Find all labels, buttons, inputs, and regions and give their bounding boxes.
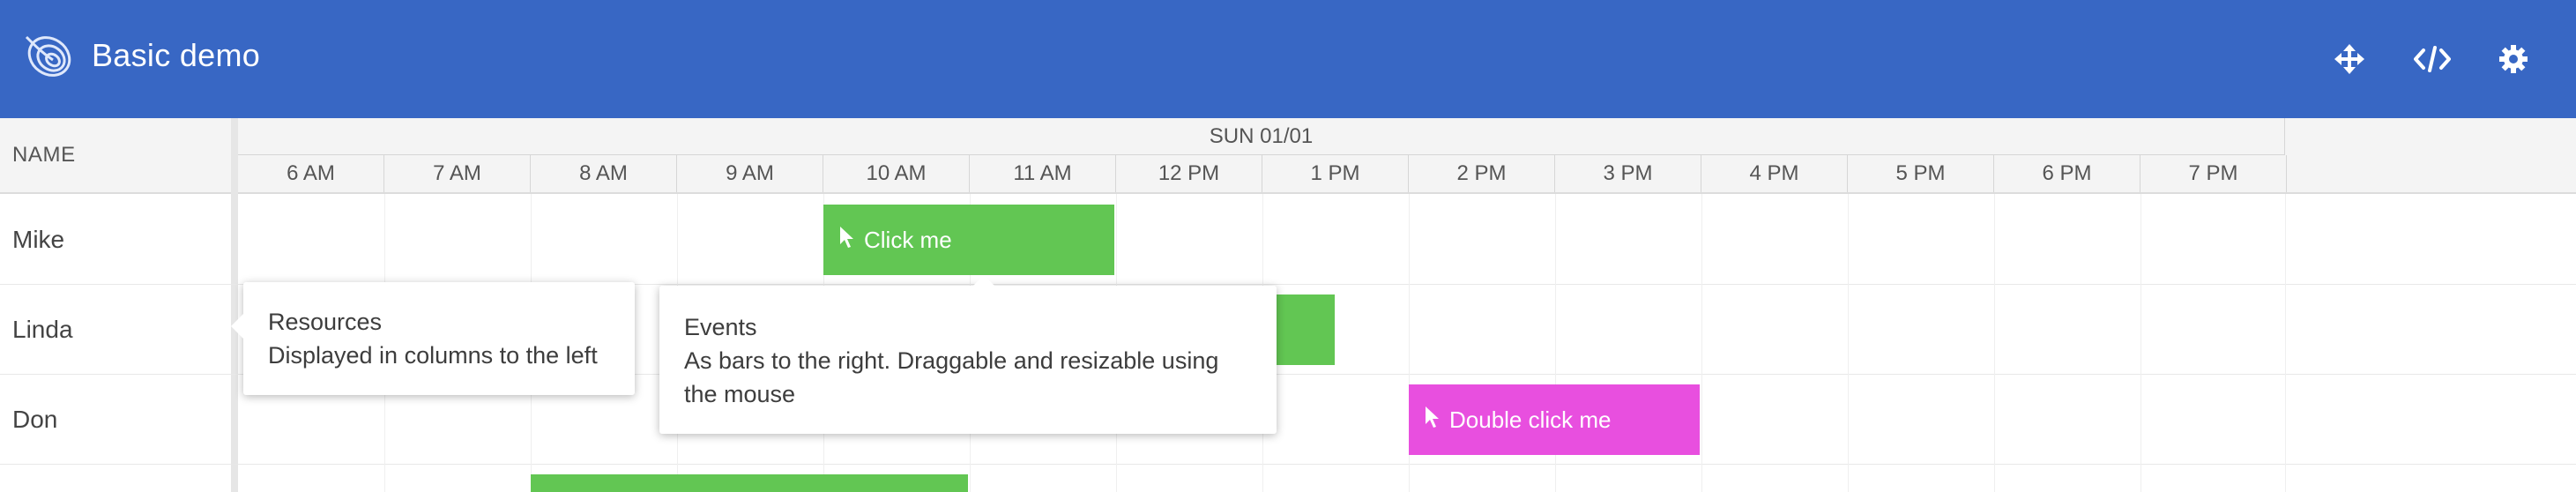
column-divider <box>1994 194 1995 492</box>
column-divider <box>2140 194 2141 492</box>
time-axis-header: SUN 01/01 6 AM 7 AM 8 AM 9 AM 10 AM 11 A… <box>238 118 2576 194</box>
hour-header: 4 PM <box>1701 155 1848 192</box>
event-double-click-me[interactable]: Double click me <box>1409 384 1700 455</box>
move-icon <box>2334 44 2364 74</box>
date-header: SUN 01/01 <box>238 118 2285 155</box>
settings-button[interactable] <box>2490 35 2537 83</box>
tooltip-arrow <box>973 275 994 286</box>
events-tooltip: Events As bars to the right. Draggable a… <box>659 275 1277 434</box>
hour-header: 1 PM <box>1262 155 1409 192</box>
tooltip-arrow <box>231 314 243 339</box>
column-splitter[interactable] <box>231 118 238 492</box>
hour-header: 9 AM <box>677 155 823 192</box>
logo-icon <box>23 30 72 79</box>
hour-header: 7 PM <box>2140 155 2287 192</box>
tooltip-title: Resources <box>268 309 383 335</box>
name-column-header[interactable]: NAME <box>0 118 231 194</box>
app-title: Basic demo <box>92 37 261 73</box>
hour-header: 11 AM <box>970 155 1116 192</box>
event-click-me[interactable]: Click me <box>823 205 1114 275</box>
tooltip-title: Events <box>684 314 757 340</box>
code-icon <box>2414 45 2451 73</box>
hour-header: 5 PM <box>1848 155 1994 192</box>
event-label: Click me <box>864 226 952 253</box>
column-divider <box>1848 194 1849 492</box>
row-divider <box>0 464 2576 465</box>
hour-header: 6 AM <box>238 155 384 192</box>
hour-header: 10 AM <box>823 155 970 192</box>
hour-header: 7 AM <box>384 155 531 192</box>
resource-row-name[interactable]: Don <box>12 402 57 437</box>
settings-icon <box>2498 44 2528 74</box>
hour-header: 2 PM <box>1409 155 1555 192</box>
hour-header: 6 PM <box>1994 155 2140 192</box>
move-button[interactable] <box>2326 35 2373 83</box>
code-button[interactable] <box>2408 35 2456 83</box>
resources-tooltip: Resources Displayed in columns to the le… <box>231 282 635 395</box>
resource-row-name[interactable]: Mike <box>12 222 64 257</box>
hour-header: 12 PM <box>1116 155 1262 192</box>
hour-header: 3 PM <box>1555 155 1701 192</box>
cursor-icon <box>839 226 855 255</box>
column-divider <box>2285 194 2286 492</box>
event-label: Double click me <box>1449 406 1612 433</box>
event-bar[interactable] <box>531 474 968 492</box>
tooltip-body: Displayed in columns to the left <box>268 342 598 369</box>
app-header: Basic demo <box>0 0 2576 118</box>
name-column-header-label: NAME <box>12 143 76 167</box>
cursor-icon <box>1425 406 1441 435</box>
hour-header: 8 AM <box>531 155 677 192</box>
resource-row-name[interactable]: Linda <box>12 312 73 347</box>
tooltip-body: As bars to the right. Draggable and resi… <box>684 347 1219 407</box>
column-divider <box>1701 194 1702 492</box>
